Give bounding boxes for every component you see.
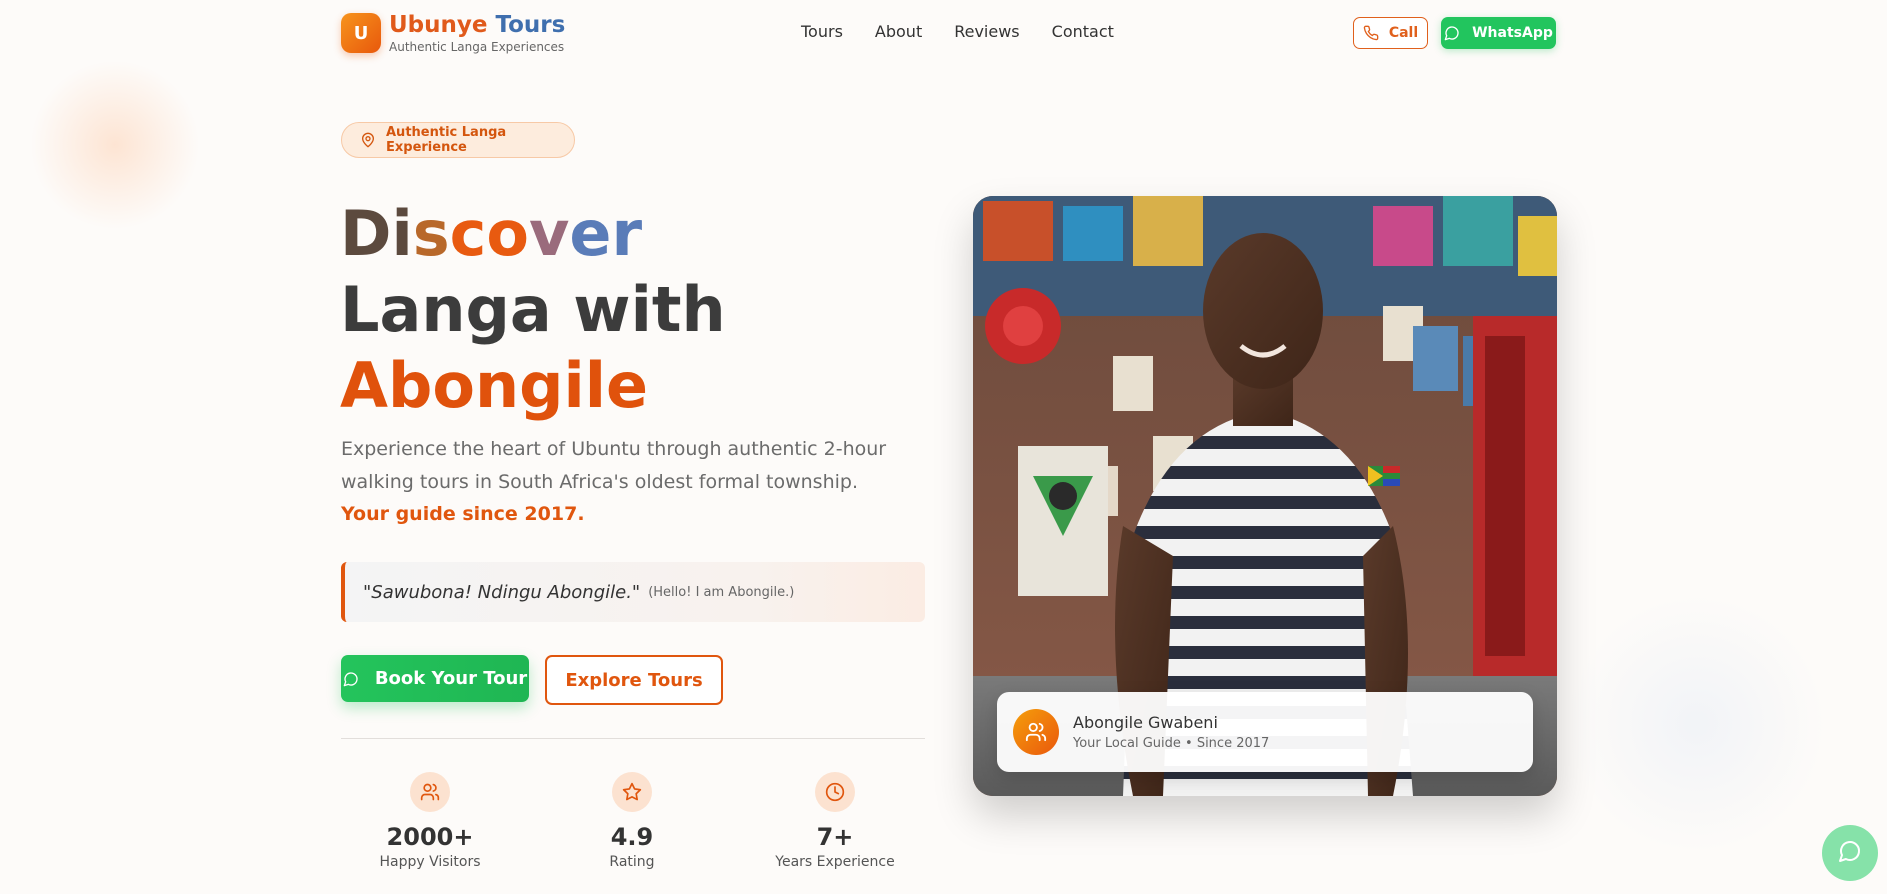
chat-bubble-icon <box>1444 25 1460 41</box>
background-blob <box>1567 594 1827 854</box>
phone-icon <box>1363 25 1379 41</box>
brand-name: Ubunye Tours <box>389 12 565 38</box>
hero-title-line2: Langa with <box>340 273 726 346</box>
stat-label: Rating <box>609 854 655 870</box>
stat-label: Years Experience <box>775 854 895 870</box>
nav-about[interactable]: About <box>875 22 922 41</box>
stat-value: 7+ <box>816 823 854 851</box>
guide-name: Abongile Gwabeni <box>1073 713 1218 732</box>
book-tour-button[interactable]: Book Your Tour <box>341 655 529 702</box>
title-fragment: er <box>569 197 643 270</box>
guide-since-text: Your guide since 2017. <box>341 503 585 525</box>
users-icon <box>1013 709 1059 755</box>
book-tour-label: Book Your Tour <box>374 668 528 689</box>
brand-part1: Ubunye <box>389 12 488 38</box>
chat-bubble-icon <box>343 671 359 687</box>
hero-title: Di s co v er Langa with Abongile <box>340 196 726 424</box>
hero-title-line3: Abongile <box>340 349 649 422</box>
nav-contact[interactable]: Contact <box>1052 22 1114 41</box>
title-fragment: s <box>412 197 450 270</box>
stat-rating: 4.9 Rating <box>562 772 702 870</box>
divider <box>341 738 925 739</box>
logo-text: Ubunye Tours Authentic Langa Experiences <box>389 12 565 54</box>
logo[interactable]: U Ubunye Tours Authentic Langa Experienc… <box>341 12 565 54</box>
stat-value: 2000+ <box>386 823 474 851</box>
stat-experience: 7+ Years Experience <box>765 772 905 870</box>
call-label: Call <box>1388 25 1419 41</box>
site-header: U Ubunye Tours Authentic Langa Experienc… <box>0 0 1887 68</box>
background-blob <box>30 60 200 230</box>
brand-tagline: Authentic Langa Experiences <box>389 40 565 54</box>
main-nav: Tours About Reviews Contact <box>801 22 1114 41</box>
stat-visitors: 2000+ Happy Visitors <box>360 772 500 870</box>
clock-icon <box>815 772 855 812</box>
logo-mark: U <box>341 13 381 53</box>
star-icon <box>612 772 652 812</box>
badge-label: Authentic Langa Experience <box>386 125 507 155</box>
guide-subtitle: Your Local Guide • Since 2017 <box>1073 736 1270 751</box>
location-badge: Authentic Langa Experience <box>341 122 575 158</box>
call-button[interactable]: Call <box>1353 17 1428 49</box>
title-fragment: co <box>449 197 529 270</box>
users-icon <box>410 772 450 812</box>
chat-bubble-icon <box>1838 839 1862 867</box>
guide-card: Abongile Gwabeni Your Local Guide • Sinc… <box>997 692 1533 772</box>
stat-value: 4.9 <box>610 823 654 851</box>
nav-tours[interactable]: Tours <box>801 22 843 41</box>
guide-info: Abongile Gwabeni Your Local Guide • Sinc… <box>1073 713 1269 751</box>
hero-description: Experience the heart of Ubuntu through a… <box>341 438 887 493</box>
whatsapp-button[interactable]: WhatsApp <box>1441 17 1556 49</box>
map-pin-icon <box>360 132 376 148</box>
whatsapp-label: WhatsApp <box>1472 25 1553 41</box>
quote-text: "Sawubona! Ndingu Abongile." <box>363 581 641 603</box>
title-fragment: Di <box>340 197 413 270</box>
greeting-quote: "Sawubona! Ndingu Abongile." (Hello! I a… <box>341 562 925 622</box>
quote-translation: (Hello! I am Abongile.) <box>648 584 795 600</box>
nav-reviews[interactable]: Reviews <box>954 22 1019 41</box>
stat-label: Happy Visitors <box>379 854 481 870</box>
chat-fab-button[interactable] <box>1822 825 1878 881</box>
title-fragment: v <box>528 197 570 270</box>
explore-tours-button[interactable]: Explore Tours <box>545 655 723 705</box>
hero-title-line1: Di s co v er <box>340 196 726 272</box>
brand-part2: Tours <box>495 12 566 38</box>
